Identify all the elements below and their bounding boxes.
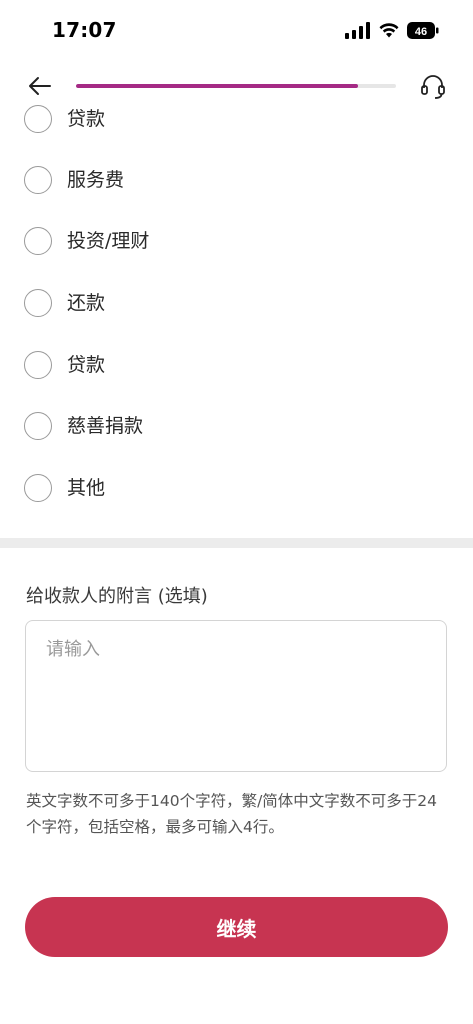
purpose-options-list[interactable]: 贷款 服务费 投资/理财 还款 贷款 慈善捐款 其他 — [0, 88, 473, 528]
option-service-fee[interactable]: 服务费 — [0, 157, 473, 207]
status-bar: 17:07 46 — [0, 0, 473, 64]
radio-button[interactable] — [24, 412, 52, 440]
option-charity[interactable]: 慈善捐款 — [0, 403, 473, 453]
continue-button[interactable]: 继续 — [25, 897, 448, 957]
option-label: 贷款 — [67, 108, 106, 130]
option-label: 贷款 — [67, 354, 106, 376]
option-repayment[interactable]: 还款 — [0, 280, 473, 330]
section-divider — [0, 538, 473, 548]
wifi-icon — [379, 23, 399, 38]
radio-button[interactable] — [24, 227, 52, 255]
radio-button[interactable] — [24, 105, 52, 133]
option-loan[interactable]: 贷款 — [0, 342, 473, 392]
battery-icon: 46 — [407, 22, 439, 39]
option-label: 慈善捐款 — [67, 415, 144, 437]
option-investment[interactable]: 投资/理财 — [0, 218, 473, 268]
radio-button[interactable] — [24, 166, 52, 194]
radio-button[interactable] — [24, 289, 52, 317]
option-label: 还款 — [67, 292, 106, 314]
radio-button[interactable] — [24, 351, 52, 379]
cellular-signal-icon — [345, 22, 370, 39]
memo-field[interactable] — [25, 620, 447, 772]
option-other[interactable]: 其他 — [0, 465, 473, 515]
option-loan-partial[interactable]: 贷款 — [0, 96, 473, 146]
status-time: 17:07 — [52, 18, 117, 42]
option-label: 服务费 — [67, 169, 125, 191]
battery-level: 46 — [415, 26, 427, 38]
memo-label: 给收款人的附言 (选填) — [26, 586, 208, 607]
option-label: 投资/理财 — [67, 230, 150, 252]
radio-button[interactable] — [24, 474, 52, 502]
memo-hint: 英文字数不可多于140个字符，繁/简体中文字数不可多于24个字符，包括空格，最多… — [26, 792, 438, 836]
option-label: 其他 — [67, 477, 106, 499]
memo-input[interactable] — [46, 635, 426, 755]
screen: 17:07 46 贷款 服务费 投资/理财 还款 贷款 慈善捐款 其他 给收款人… — [0, 0, 473, 1024]
